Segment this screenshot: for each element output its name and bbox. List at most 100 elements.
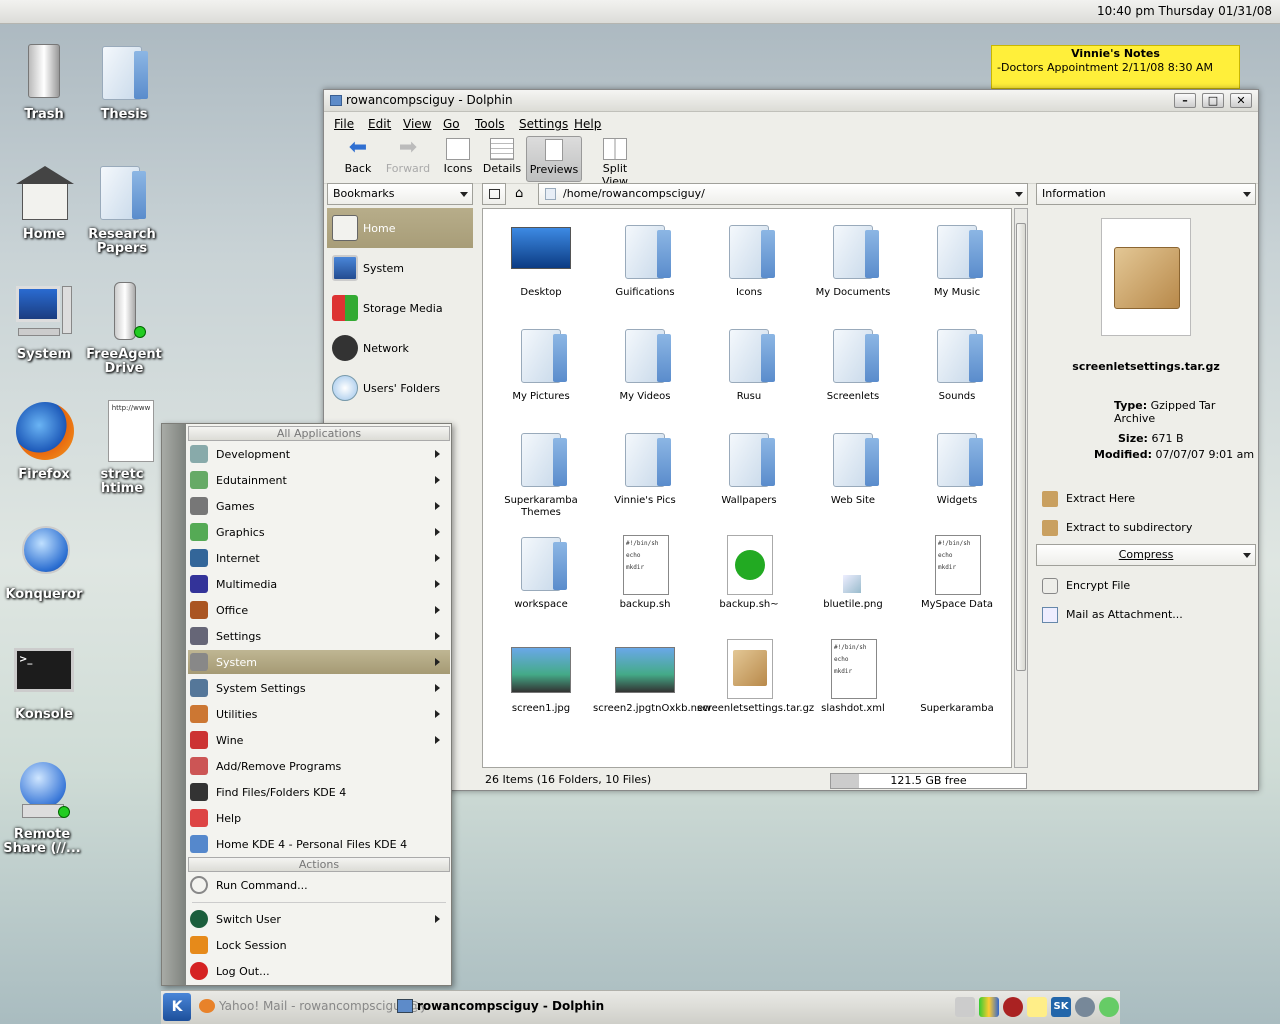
menu-item-graphics[interactable]: Graphics xyxy=(188,520,450,544)
desktop-icon-remote-share[interactable]: Remote Share (//... xyxy=(0,760,84,856)
desktop-icon-thesis[interactable]: Thesis xyxy=(82,40,166,122)
menu-view[interactable]: View xyxy=(403,117,431,131)
menu-help[interactable]: Help xyxy=(574,117,601,131)
menu-item-games[interactable]: Games xyxy=(188,494,450,518)
place-system[interactable]: System xyxy=(327,248,473,288)
location-bar[interactable]: /home/rowancompsciguy/ xyxy=(538,183,1028,205)
file-item[interactable]: My Videos xyxy=(593,325,697,403)
menu-item-home-kde-4-personal-files-kde-4[interactable]: Home KDE 4 - Personal Files KDE 4 xyxy=(188,832,450,856)
toggle-editable-location-button[interactable] xyxy=(482,183,506,205)
menu-item-internet[interactable]: Internet xyxy=(188,546,450,570)
sticky-note[interactable]: Vinnie's Notes -Doctors Appointment 2/11… xyxy=(991,45,1240,89)
tray-notes-icon[interactable] xyxy=(1027,997,1047,1017)
encrypt-file-action[interactable]: Encrypt File xyxy=(1042,578,1130,594)
tray-settings-icon[interactable] xyxy=(955,997,975,1017)
vertical-scrollbar[interactable] xyxy=(1014,208,1028,768)
file-item[interactable]: Guifications xyxy=(593,221,697,299)
menu-file[interactable]: File xyxy=(334,117,354,131)
file-item[interactable]: Web Site xyxy=(801,429,905,507)
desktop-icon-stretchtime[interactable]: http://www stretchtime xyxy=(80,400,164,496)
file-item[interactable]: Rusu xyxy=(697,325,801,403)
file-item[interactable]: Icons xyxy=(697,221,801,299)
icons-view-button[interactable]: Icons xyxy=(440,136,476,182)
menu-item-settings[interactable]: Settings xyxy=(188,624,450,648)
file-item[interactable]: Desktop xyxy=(489,221,593,299)
desktop-icon-system[interactable]: System xyxy=(2,280,86,362)
menu-item-system-settings[interactable]: System Settings xyxy=(188,676,450,700)
file-item[interactable]: #!/bin/sh echo mkdir MySpace Data xyxy=(905,533,1009,611)
menu-item-edutainment[interactable]: Edutainment xyxy=(188,468,450,492)
desktop-icon-konqueror[interactable]: Konqueror xyxy=(2,520,86,602)
menu-tools[interactable]: Tools xyxy=(475,117,505,131)
extract-here-action[interactable]: Extract Here xyxy=(1042,491,1135,507)
menu-log-out[interactable]: Log Out... xyxy=(188,959,450,983)
tray-monitor-icon[interactable] xyxy=(979,997,999,1017)
menu-item-system[interactable]: System xyxy=(188,650,450,674)
place-storage-media[interactable]: Storage Media xyxy=(327,288,473,328)
scrollbar-thumb[interactable] xyxy=(1016,223,1026,671)
maximize-button[interactable]: □ xyxy=(1202,93,1224,108)
menu-item-office[interactable]: Office xyxy=(188,598,450,622)
previews-view-button[interactable]: Previews xyxy=(526,136,582,182)
menu-item-utilities[interactable]: Utilities xyxy=(188,702,450,726)
extract-subdirectory-action[interactable]: Extract to subdirectory xyxy=(1042,520,1192,536)
file-item[interactable]: Screenlets xyxy=(801,325,905,403)
desktop-icon-research-papers[interactable]: Research Papers xyxy=(80,160,164,256)
menu-lock-session[interactable]: Lock Session xyxy=(188,933,450,957)
file-item[interactable]: bluetile.png xyxy=(801,533,905,611)
close-button[interactable]: ✕ xyxy=(1230,93,1252,108)
tray-network-icon[interactable] xyxy=(1075,997,1095,1017)
desktop-icon-home[interactable]: Home xyxy=(2,160,86,242)
desktop-icon-freeagent-drive[interactable]: FreeAgent Drive xyxy=(82,280,166,376)
details-view-button[interactable]: Details xyxy=(482,136,522,182)
file-item[interactable]: workspace xyxy=(489,533,593,611)
clock[interactable]: 10:40 pm Thursday 01/31/08 xyxy=(1097,4,1272,18)
file-item[interactable]: My Pictures xyxy=(489,325,593,403)
tray-superkaramba-icon[interactable]: SK xyxy=(1051,997,1071,1017)
bookmarks-panel-selector[interactable]: Bookmarks xyxy=(327,183,473,205)
mail-attachment-action[interactable]: Mail as Attachment... xyxy=(1042,607,1183,623)
split-view-button[interactable]: Split View xyxy=(590,136,640,188)
dolphin-window[interactable]: rowancompsciguy - Dolphin – □ ✕ File Edi… xyxy=(323,89,1259,791)
menu-item-multimedia[interactable]: Multimedia xyxy=(188,572,450,596)
file-item[interactable]: My Music xyxy=(905,221,1009,299)
file-item[interactable]: Sounds xyxy=(905,325,1009,403)
menu-item-wine[interactable]: Wine xyxy=(188,728,450,752)
menu-go[interactable]: Go xyxy=(443,117,460,131)
compress-dropdown[interactable]: Compress xyxy=(1036,544,1256,566)
tray-status-icon[interactable] xyxy=(1099,997,1119,1017)
title-bar[interactable]: rowancompsciguy - Dolphin – □ ✕ xyxy=(324,90,1258,112)
file-item[interactable]: screenletsettings.tar.gz xyxy=(697,637,814,715)
menu-item-help[interactable]: Help xyxy=(188,806,450,830)
desktop-icon-konsole[interactable]: >_ Konsole xyxy=(2,640,86,722)
file-view[interactable]: Desktop Guifications Icons My Documents My M… xyxy=(482,208,1012,768)
desktop-icon-trash[interactable]: Trash xyxy=(2,40,86,122)
task-dolphin[interactable]: rowancompsciguy - Dolphin xyxy=(397,999,604,1013)
menu-run-command[interactable]: Run Command... xyxy=(188,873,450,897)
tray-media-icon[interactable] xyxy=(1003,997,1023,1017)
file-item[interactable]: #!/bin/sh echo mkdir slashdot.xml xyxy=(801,637,905,715)
menu-settings[interactable]: Settings xyxy=(519,117,568,131)
menu-item-find-files-folders-kde-4[interactable]: Find Files/Folders KDE 4 xyxy=(188,780,450,804)
file-item[interactable]: Vinnie's Pics xyxy=(593,429,697,507)
menu-switch-user[interactable]: Switch User xyxy=(188,907,450,931)
place-home[interactable]: Home xyxy=(327,208,473,248)
forward-button[interactable]: ➡ Forward xyxy=(384,136,432,182)
menu-edit[interactable]: Edit xyxy=(368,117,391,131)
file-item[interactable]: Widgets xyxy=(905,429,1009,507)
file-item[interactable]: My Documents xyxy=(801,221,905,299)
menu-item-add-remove-programs[interactable]: Add/Remove Programs xyxy=(188,754,450,778)
file-item[interactable]: Superkaramba xyxy=(905,637,1009,715)
place-users-folders[interactable]: Users' Folders xyxy=(327,368,473,408)
file-item[interactable]: backup.sh~ xyxy=(697,533,801,611)
home-location-button[interactable]: ⌂ xyxy=(510,183,534,205)
file-item[interactable]: Wallpapers xyxy=(697,429,801,507)
desktop-icon-firefox[interactable]: Firefox xyxy=(2,400,86,482)
task-yahoo-mail[interactable]: Yahoo! Mail - rowancompsciguy@y xyxy=(199,999,427,1013)
file-item[interactable]: screen1.jpg xyxy=(489,637,593,715)
file-item[interactable]: Superkaramba Themes xyxy=(489,429,593,519)
back-button[interactable]: ⬅ Back xyxy=(338,136,378,182)
minimize-button[interactable]: – xyxy=(1174,93,1196,108)
file-item[interactable]: #!/bin/sh echo mkdir backup.sh xyxy=(593,533,697,611)
place-network[interactable]: Network xyxy=(327,328,473,368)
